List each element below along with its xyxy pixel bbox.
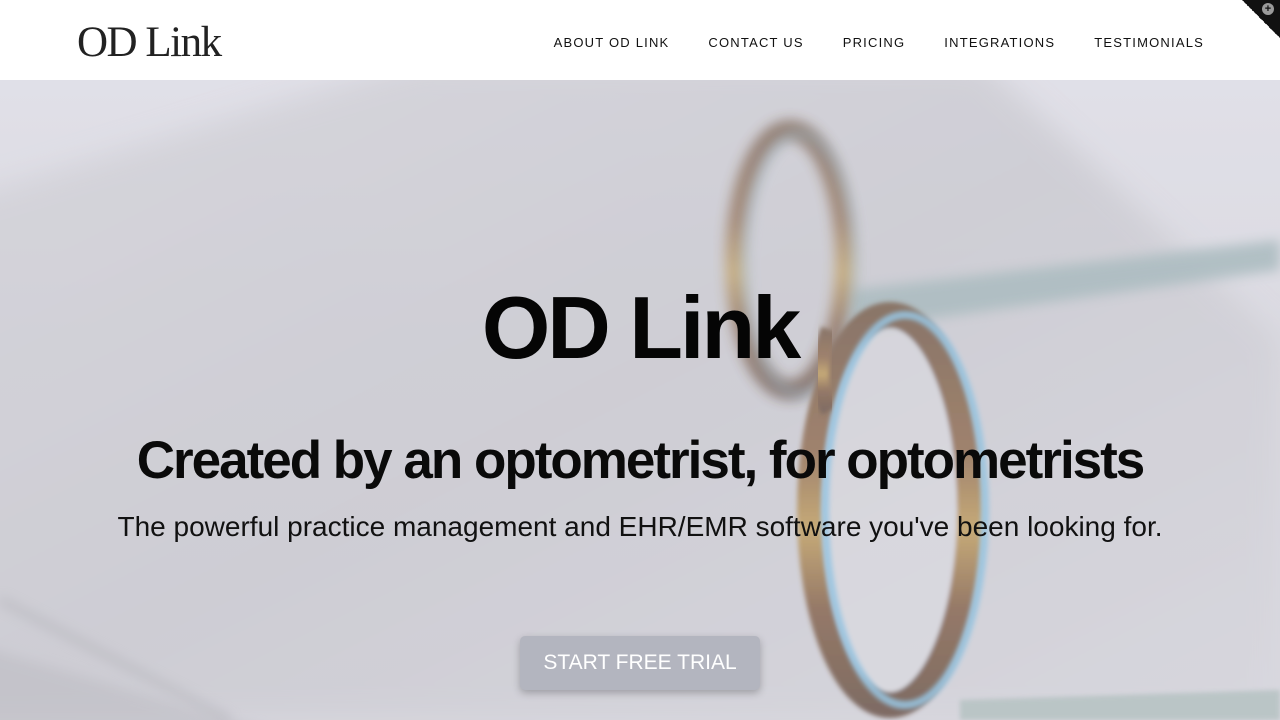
eyeglasses-background-image (0, 80, 1280, 720)
nav-testimonials[interactable]: TESTIMONIALS (1094, 35, 1204, 51)
plus-icon: + (1262, 3, 1274, 15)
hero-description: The powerful practice management and EHR… (117, 511, 1163, 542)
hero-title: OD Link (481, 278, 801, 377)
nav-contact[interactable]: CONTACT US (708, 35, 803, 51)
site-header: OD Link ABOUT OD LINK CONTACT US PRICING… (0, 0, 1280, 80)
corner-ribbon[interactable]: + (1242, 0, 1280, 38)
nav-integrations[interactable]: INTEGRATIONS (944, 35, 1055, 51)
hero-section: OD Link Created by an optometrist, for o… (0, 80, 1280, 720)
nav-pricing[interactable]: PRICING (843, 35, 906, 51)
main-nav: ABOUT OD LINK CONTACT US PRICING INTEGRA… (554, 35, 1204, 51)
site-logo[interactable]: OD Link (77, 19, 222, 67)
start-free-trial-button[interactable]: START FREE TRIAL (520, 636, 760, 690)
hero-subtitle: Created by an optometrist, for optometri… (136, 431, 1146, 490)
nav-about[interactable]: ABOUT OD LINK (554, 35, 670, 51)
